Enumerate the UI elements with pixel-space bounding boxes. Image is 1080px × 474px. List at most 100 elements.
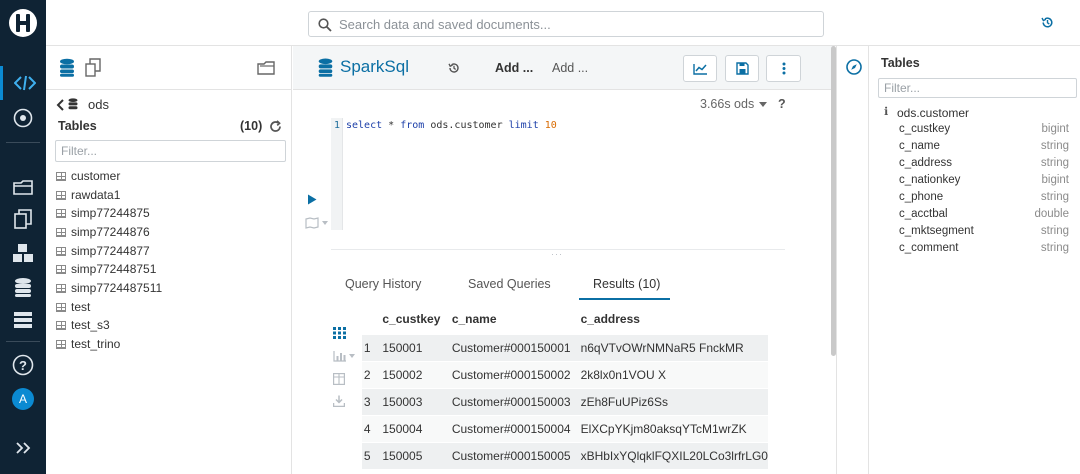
table-row[interactable]: 2 150002 Customer#000150002 2k8lx0n1VOU … xyxy=(362,360,768,388)
row-number: 1 xyxy=(362,333,373,361)
add-name-button[interactable]: Add ... xyxy=(495,61,533,75)
dashboard-nav-icon[interactable] xyxy=(0,101,46,135)
tables-filter-input[interactable]: Filter... xyxy=(55,140,286,162)
column-header[interactable]: c_name xyxy=(442,304,571,334)
context-table-name[interactable]: ods.customer xyxy=(897,106,969,120)
column-type: string xyxy=(1040,191,1069,203)
column-item[interactable]: c_phone string xyxy=(899,191,1069,208)
column-item[interactable]: c_name string xyxy=(899,140,1069,157)
editor-header: SparkSql Add ... Add ... xyxy=(293,46,835,90)
table-icon xyxy=(56,339,66,349)
tab-query-history[interactable]: Query History xyxy=(345,277,421,291)
add-description-button[interactable]: Add ... xyxy=(552,61,588,75)
documents-nav-icon[interactable] xyxy=(0,202,46,236)
bar-chart-icon[interactable] xyxy=(333,350,357,362)
table-item[interactable]: simp77244876 xyxy=(56,223,150,241)
database-tab-icon[interactable] xyxy=(59,58,75,77)
compass-icon[interactable] xyxy=(846,59,862,75)
column-item[interactable]: c_mktsegment string xyxy=(899,225,1069,242)
sql-code[interactable]: select * from ods.customer limit 10 xyxy=(346,120,557,131)
active-tab-underline xyxy=(579,298,670,300)
column-name: c_acctbal xyxy=(899,208,948,220)
user-avatar[interactable]: A xyxy=(0,382,46,416)
table-icon xyxy=(56,227,66,237)
files-nav-icon[interactable] xyxy=(0,170,46,204)
snippet-options-icon[interactable] xyxy=(305,217,329,229)
column-header[interactable]: c_custkey xyxy=(372,304,441,334)
columns-icon[interactable] xyxy=(333,373,345,385)
info-icon[interactable]: ℹ xyxy=(884,105,888,118)
history-icon[interactable] xyxy=(1041,16,1054,29)
grid-view-icon[interactable] xyxy=(333,327,346,339)
column-item[interactable]: c_custkey bigint xyxy=(899,123,1069,140)
table-item[interactable]: rawdata1 xyxy=(56,186,120,204)
results-table: c_custkey c_name c_address 1 150001 Cust… xyxy=(362,304,768,469)
column-item[interactable]: c_nationkey bigint xyxy=(899,174,1069,191)
hue-logo[interactable] xyxy=(0,6,46,40)
cell-custkey: 150005 xyxy=(372,441,442,469)
cell-address: n6qVTvOWrNMNaR5 FnckMR xyxy=(570,333,768,361)
table-item[interactable]: simp77244877 xyxy=(56,242,150,260)
tables-filter-placeholder: Filter... xyxy=(61,144,98,158)
save-button[interactable] xyxy=(725,55,759,82)
database-nav-icon[interactable] xyxy=(0,270,46,304)
column-header[interactable]: c_address xyxy=(571,304,768,334)
table-item[interactable]: customer xyxy=(56,167,120,185)
table-icon xyxy=(56,190,66,200)
table-row[interactable]: 4 150004 Customer#000150004 ElXCpYKjm80a… xyxy=(362,414,768,442)
assist-header xyxy=(46,46,292,90)
table-icon xyxy=(56,171,66,181)
global-search-input[interactable]: Search data and saved documents... xyxy=(308,11,824,37)
cell-custkey: 150003 xyxy=(372,387,442,415)
column-name: c_mktsegment xyxy=(899,225,974,237)
table-row[interactable]: 3 150003 Customer#000150003 zEh8FuUPiz6S… xyxy=(362,387,768,415)
table-item[interactable]: simp772448751 xyxy=(56,260,156,278)
context-filter-placeholder: Filter... xyxy=(884,81,921,95)
cell-name: Customer#000150001 xyxy=(441,333,571,361)
help-nav-icon[interactable]: ? xyxy=(0,348,46,382)
database-small-icon xyxy=(68,98,78,110)
drag-handle-icon[interactable]: ··· xyxy=(551,249,563,259)
context-filter-input[interactable]: Filter... xyxy=(878,78,1077,98)
table-item[interactable]: test xyxy=(56,298,90,316)
table-item[interactable]: simp7724487511 xyxy=(56,279,162,297)
table-item[interactable]: test_trino xyxy=(56,335,120,353)
query-history-icon[interactable] xyxy=(448,62,460,74)
table-item[interactable]: test_s3 xyxy=(56,316,110,334)
line-chart-icon xyxy=(692,63,707,75)
editor-title[interactable]: SparkSql xyxy=(340,57,409,77)
column-type: bigint xyxy=(1041,174,1070,186)
database-name[interactable]: ods xyxy=(88,97,109,112)
execute-play-icon[interactable] xyxy=(307,194,317,205)
server-nav-icon[interactable] xyxy=(0,303,46,337)
chevron-down-icon[interactable] xyxy=(759,102,767,107)
tab-results[interactable]: Results (10) xyxy=(593,277,660,291)
jobs-nav-icon[interactable] xyxy=(0,236,46,270)
context-panel: Tables Filter... ℹ ods.customer c_custke… xyxy=(870,46,1080,474)
execution-duration[interactable]: 3.66s ods xyxy=(700,97,754,111)
column-item[interactable]: c_address string xyxy=(899,157,1069,174)
documents-tab-icon[interactable] xyxy=(85,58,102,77)
cell-name: Customer#000150004 xyxy=(441,414,571,442)
more-options-button[interactable] xyxy=(766,55,801,82)
help-icon[interactable]: ? xyxy=(778,97,786,111)
cell-custkey: 150002 xyxy=(372,360,442,388)
chart-button[interactable] xyxy=(683,55,717,82)
refresh-icon[interactable] xyxy=(269,120,282,133)
cell-address: ElXCpYKjm80aksqYTcM1wrZK xyxy=(570,414,768,442)
editor-nav-icon[interactable] xyxy=(0,66,46,100)
table-row[interactable]: 1 150001 Customer#000150001 n6qVTvOWrNMN… xyxy=(362,333,768,361)
table-icon xyxy=(56,264,66,274)
table-item[interactable]: simp77244875 xyxy=(56,204,150,222)
column-type: string xyxy=(1040,225,1069,237)
assist-panel: ods Tables (10) Filter... customer rawda… xyxy=(46,46,292,474)
column-item[interactable]: c_acctbal double xyxy=(899,208,1069,225)
download-icon[interactable] xyxy=(333,395,345,407)
column-item[interactable]: c_comment string xyxy=(899,242,1069,259)
tab-saved-queries[interactable]: Saved Queries xyxy=(468,277,551,291)
back-chevron-icon[interactable] xyxy=(56,99,64,111)
expand-nav-icon[interactable] xyxy=(0,431,46,465)
files-tab-icon[interactable] xyxy=(257,60,276,76)
table-row[interactable]: 5 150005 Customer#000150005 xBHbIxYQlqkl… xyxy=(362,441,768,469)
column-type: double xyxy=(1034,208,1069,220)
